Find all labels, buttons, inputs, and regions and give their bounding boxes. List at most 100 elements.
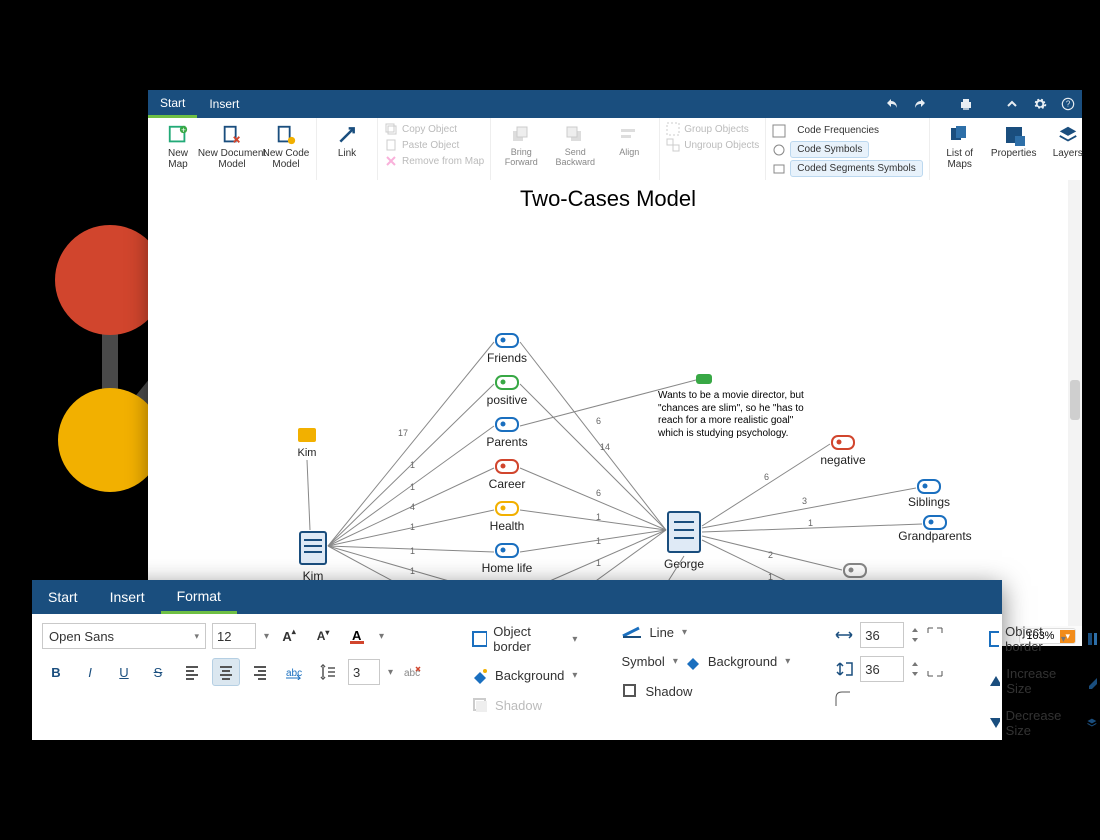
ungroup-objects-button[interactable]: Ungroup Objects bbox=[666, 138, 759, 152]
strikethrough-button[interactable]: S bbox=[144, 658, 172, 686]
copy-object-button[interactable]: Copy Object bbox=[384, 122, 484, 136]
line-shadow-button[interactable]: Shadow bbox=[621, 680, 790, 702]
select-layer-button[interactable]: Select Layer bbox=[1086, 706, 1100, 740]
add-to-library-button[interactable]: +Add to Library bbox=[1086, 622, 1100, 656]
group-objects-button[interactable]: Group Objects bbox=[666, 122, 759, 136]
undo-icon[interactable] bbox=[878, 90, 906, 118]
svg-text:?: ? bbox=[1066, 100, 1071, 109]
width-input[interactable]: 36 bbox=[860, 622, 904, 648]
height-input[interactable]: 36 bbox=[860, 656, 904, 682]
object-border-button-2[interactable]: Object border▾ bbox=[988, 622, 1066, 656]
shadow-button[interactable]: Shadow bbox=[471, 694, 577, 716]
align-button[interactable]: Align bbox=[605, 122, 653, 158]
annotation-note[interactable]: Wants to be a movie director, but "chanc… bbox=[520, 374, 818, 460]
link-button[interactable]: Link bbox=[323, 122, 371, 159]
help-icon[interactable]: ? bbox=[1054, 90, 1082, 118]
code-frequencies-toggle[interactable]: Code Frequencies bbox=[772, 122, 922, 139]
print-icon[interactable] bbox=[952, 90, 980, 118]
decrease-font-button[interactable]: A▾ bbox=[309, 622, 337, 650]
copy-format-button[interactable]: Copy Format bbox=[1086, 664, 1100, 698]
kim-small-node[interactable]: Kim bbox=[298, 428, 317, 530]
svg-text:negative: negative bbox=[820, 453, 866, 467]
font-family-select[interactable]: Open Sans▾ bbox=[42, 623, 206, 649]
svg-text:1: 1 bbox=[410, 546, 415, 556]
entity-kim[interactable]: Kim bbox=[300, 532, 326, 583]
width-control[interactable]: 36 bbox=[834, 622, 944, 648]
svg-text:positive: positive bbox=[487, 393, 528, 407]
coded-segments-symbols-toggle[interactable]: Coded Segments Symbols bbox=[772, 160, 922, 177]
settings-icon[interactable] bbox=[1026, 90, 1054, 118]
background-button[interactable]: Background▾ bbox=[471, 664, 577, 686]
code-grandparents[interactable]: Grandparents bbox=[898, 516, 971, 543]
front-tab-format[interactable]: Format bbox=[161, 580, 237, 614]
font-color-button[interactable]: A bbox=[343, 622, 371, 650]
code-parents[interactable]: Parents bbox=[486, 418, 527, 449]
collapse-ribbon-icon[interactable] bbox=[998, 90, 1026, 118]
tab-start[interactable]: Start bbox=[148, 90, 197, 118]
code-homelife[interactable]: Home life bbox=[482, 544, 533, 575]
align-right-button[interactable] bbox=[246, 658, 274, 686]
symbol-label: Symbol bbox=[621, 654, 664, 669]
code-negative[interactable]: negative bbox=[820, 436, 866, 467]
front-tab-start[interactable]: Start bbox=[32, 580, 94, 614]
main-ribbon: +New Map New Document Model New Code Mod… bbox=[148, 118, 1082, 181]
new-code-model-button[interactable]: New Code Model bbox=[262, 122, 310, 170]
svg-text:George: George bbox=[664, 557, 704, 571]
svg-text:6: 6 bbox=[596, 416, 601, 426]
svg-text:1: 1 bbox=[596, 558, 601, 568]
front-tab-insert[interactable]: Insert bbox=[94, 580, 161, 614]
underline-button[interactable]: U bbox=[110, 658, 138, 686]
bring-forward-button[interactable]: Bring Forward bbox=[497, 122, 545, 168]
svg-text:4: 4 bbox=[410, 502, 415, 512]
code-health[interactable]: Health bbox=[490, 502, 525, 533]
new-map-button[interactable]: +New Map bbox=[154, 122, 202, 170]
align-center-button[interactable] bbox=[212, 658, 240, 686]
properties-button[interactable]: Properties bbox=[990, 122, 1038, 159]
svg-text:1: 1 bbox=[410, 566, 415, 576]
svg-text:6: 6 bbox=[596, 488, 601, 498]
code-positive[interactable]: positive bbox=[487, 376, 528, 407]
code-career[interactable]: Career bbox=[489, 460, 526, 491]
background-button-2[interactable]: Background▾ bbox=[684, 650, 790, 672]
layers-button[interactable]: Layers bbox=[1044, 122, 1092, 159]
redo-icon[interactable] bbox=[906, 90, 934, 118]
svg-text:Grandparents: Grandparents bbox=[898, 529, 971, 543]
paste-object-button[interactable]: Paste Object bbox=[384, 138, 484, 152]
new-document-model-button[interactable]: New Document Model bbox=[208, 122, 256, 170]
increase-font-button[interactable]: A▴ bbox=[275, 622, 303, 650]
object-border-button[interactable]: Object border▾ bbox=[471, 622, 577, 656]
italic-button[interactable]: I bbox=[76, 658, 104, 686]
vertical-scrollbar[interactable] bbox=[1068, 180, 1082, 626]
send-backward-button[interactable]: Send Backward bbox=[551, 122, 599, 168]
bold-button[interactable]: B bbox=[42, 658, 70, 686]
maxmaps-main-window: Start Insert ? +New Map New Document Mod… bbox=[148, 90, 1082, 646]
list-of-maps-button[interactable]: List of Maps bbox=[936, 122, 984, 170]
text-direction-button[interactable]: abc bbox=[280, 658, 308, 686]
remove-from-map-button[interactable]: Remove from Map bbox=[384, 154, 484, 168]
svg-text:Parents: Parents bbox=[486, 435, 527, 449]
svg-text:A: A bbox=[352, 628, 362, 643]
svg-text:2: 2 bbox=[768, 550, 773, 560]
code-siblings[interactable]: Siblings bbox=[908, 480, 950, 509]
svg-text:1: 1 bbox=[410, 522, 415, 532]
font-size-input[interactable]: 12 bbox=[212, 623, 256, 649]
code-symbols-toggle[interactable]: Code Symbols bbox=[772, 141, 922, 158]
entity-george[interactable]: George bbox=[664, 512, 704, 571]
line-spacing-value[interactable]: 3 bbox=[348, 659, 380, 685]
svg-text:6: 6 bbox=[764, 472, 769, 482]
clear-formatting-button[interactable]: abc bbox=[399, 658, 427, 686]
svg-text:Career: Career bbox=[489, 477, 526, 491]
code-friends[interactable]: Friends bbox=[487, 334, 527, 365]
decrease-size-button[interactable]: Decrease Size bbox=[988, 706, 1066, 740]
line-style-button[interactable]: Line▾ bbox=[621, 622, 790, 642]
svg-text:1: 1 bbox=[410, 460, 415, 470]
map-canvas[interactable]: Two-Cases Model Kim Kim bbox=[148, 180, 1068, 646]
increase-size-button[interactable]: Increase Size bbox=[988, 664, 1066, 698]
tab-insert[interactable]: Insert bbox=[197, 90, 251, 118]
height-control[interactable]: 36 bbox=[834, 656, 944, 682]
line-spacing-button[interactable] bbox=[314, 658, 342, 686]
bounds-icon-2 bbox=[926, 660, 944, 678]
align-left-button[interactable] bbox=[178, 658, 206, 686]
format-toolbar: Open Sans▾ 12▾ A▴ A▾ A▾ B I U S abc 3▾ a… bbox=[32, 614, 1002, 748]
svg-text:1: 1 bbox=[596, 512, 601, 522]
